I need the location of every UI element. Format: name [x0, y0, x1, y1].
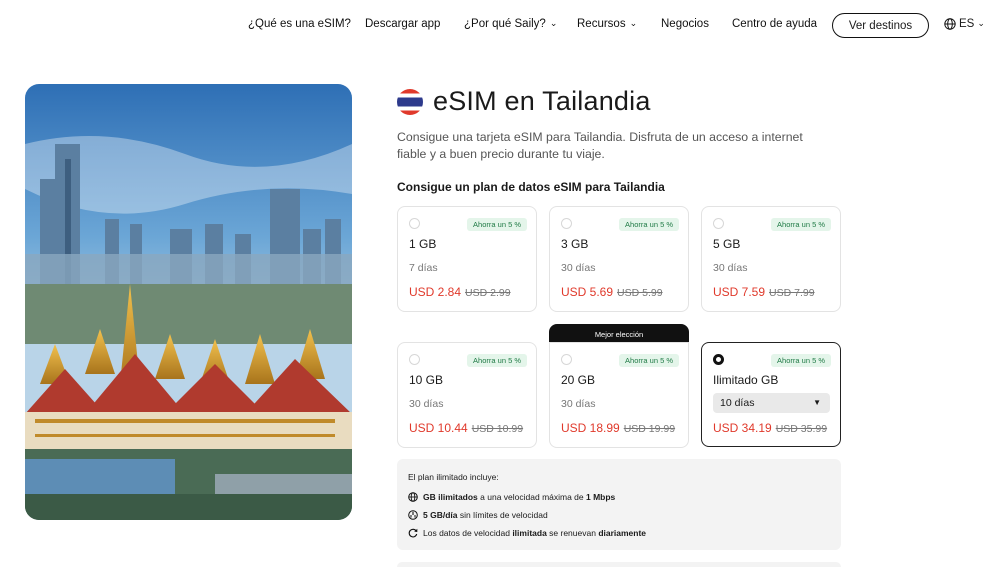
- old-price: USD 10.99: [471, 423, 524, 435]
- info-bold: GB ilimitados: [423, 492, 478, 502]
- nav-why-saily[interactable]: ¿Por qué Saily? ⌄: [464, 17, 558, 31]
- info-row: Los datos de velocidad ilimitada se renu…: [408, 528, 646, 538]
- info-bold: 5 GB/día: [423, 510, 458, 520]
- plan-card-3gb[interactable]: Ahorra un 5 % 3 GB 30 días USD 5.69 USD 5…: [549, 206, 689, 312]
- plan-price: USD 7.59 USD 7.99: [713, 285, 815, 299]
- nav-label: ¿Por qué Saily?: [464, 18, 546, 30]
- old-price: USD 35.99: [775, 423, 828, 435]
- nav-label: Centro de ayuda: [732, 18, 818, 30]
- plan-data-amount: 3 GB: [561, 237, 589, 251]
- discount-badge: Ahorra un 5 %: [619, 354, 679, 367]
- button-label: Ver destinos: [848, 19, 913, 32]
- plan-price: USD 2.84 USD 2.99: [409, 285, 511, 299]
- nav-label: Recursos: [577, 18, 626, 30]
- info-title: El plan ilimitado incluye:: [408, 472, 499, 482]
- language-label: ES: [959, 18, 975, 30]
- plan-duration: 30 días: [713, 262, 748, 274]
- plan-card-1gb[interactable]: Ahorra un 5 % 1 GB 7 días USD 2.84 USD 2.…: [397, 206, 537, 312]
- info-bold: diariamente: [598, 528, 647, 538]
- old-price: USD 2.99: [465, 287, 511, 299]
- nav-download-app[interactable]: Descargar app: [365, 18, 440, 30]
- old-price: USD 7.99: [769, 287, 815, 299]
- current-price: USD 18.99: [561, 421, 620, 435]
- current-price: USD 5.69: [561, 285, 614, 299]
- plan-price: USD 34.19 USD 35.99: [713, 421, 827, 435]
- info-text: sin límites de velocidad: [457, 510, 548, 520]
- chevron-down-icon: ⌄: [629, 17, 638, 28]
- nav-label: Negocios: [661, 18, 709, 30]
- plan-radio[interactable]: [561, 354, 572, 365]
- plan-data-amount: 5 GB: [713, 237, 741, 251]
- duration-select[interactable]: 10 días ▼: [713, 393, 830, 413]
- refresh-icon: [408, 528, 418, 538]
- plan-duration: 30 días: [409, 398, 444, 410]
- plan-radio[interactable]: [561, 218, 572, 229]
- page-title: eSIM en Tailandia: [433, 86, 651, 116]
- unlimited-plan-info: El plan ilimitado incluye: GB ilimitados…: [397, 459, 841, 550]
- plan-card-10gb[interactable]: Ahorra un 5 % 10 GB 30 días USD 10.44 USD…: [397, 342, 537, 448]
- plan-data-amount: 20 GB: [561, 373, 596, 387]
- current-price: USD 7.59: [713, 285, 766, 299]
- discount-badge: Ahorra un 5 %: [619, 218, 679, 231]
- best-choice-ribbon: Mejor elección: [549, 324, 689, 344]
- old-price: USD 5.99: [617, 287, 663, 299]
- nav-business[interactable]: Negocios: [661, 18, 709, 30]
- plan-radio[interactable]: [713, 218, 724, 229]
- info-text: Los datos de velocidad: [423, 528, 513, 538]
- old-price: USD 19.99: [623, 423, 676, 435]
- language-selector[interactable]: ES ⌄: [944, 18, 985, 30]
- plan-duration: 30 días: [561, 398, 596, 410]
- plans-heading: Consigue un plan de datos eSIM para Tail…: [397, 180, 665, 194]
- see-destinations-button[interactable]: Ver destinos: [832, 13, 929, 38]
- chevron-down-icon: ⌄: [549, 17, 558, 28]
- plan-radio-selected[interactable]: [713, 354, 724, 365]
- plan-duration: 7 días: [409, 262, 438, 274]
- info-bold: ilimitada: [512, 528, 547, 538]
- info-text: se renuevan: [546, 528, 599, 538]
- speed-icon: [408, 510, 418, 520]
- plan-card-20gb[interactable]: Ahorra un 5 % 20 GB 30 días USD 18.99 USD…: [549, 342, 689, 448]
- duration-selected-value: 10 días: [720, 397, 755, 409]
- top-nav: ¿Qué es una eSIM? Descargar app ¿Por qué…: [0, 0, 1000, 50]
- discount-badge: Ahorra un 5 %: [771, 354, 831, 367]
- plan-card-unlimited[interactable]: Ahorra un 5 % Ilimitado GB 10 días ▼ USD …: [701, 342, 841, 447]
- next-section-edge: [397, 562, 841, 567]
- plan-radio[interactable]: [409, 218, 420, 229]
- plan-card-5gb[interactable]: Ahorra un 5 % 5 GB 30 días USD 7.59 USD 7…: [701, 206, 841, 312]
- nav-help-center[interactable]: Centro de ayuda: [732, 18, 817, 30]
- discount-badge: Ahorra un 5 %: [467, 354, 527, 367]
- discount-badge: Ahorra un 5 %: [771, 218, 831, 231]
- plan-price: USD 5.69 USD 5.99: [561, 285, 663, 299]
- page-description: Consigue una tarjeta eSIM para Tailandia…: [397, 130, 803, 161]
- plan-price: USD 10.44 USD 10.99: [409, 421, 523, 435]
- plan-data-amount: 1 GB: [409, 237, 437, 251]
- nav-label: ¿Qué es una eSIM?: [248, 18, 351, 30]
- current-price: USD 34.19: [713, 421, 772, 435]
- plan-data-amount: 10 GB: [409, 373, 444, 387]
- globe-network-icon: [408, 492, 418, 502]
- current-price: USD 2.84: [409, 285, 462, 299]
- plan-data-amount: Ilimitado GB: [713, 373, 779, 387]
- info-text: a una velocidad máxima de: [477, 492, 586, 502]
- plan-price: USD 18.99 USD 19.99: [561, 421, 675, 435]
- nav-resources[interactable]: Recursos ⌄: [577, 17, 638, 31]
- info-row: 5 GB/día sin límites de velocidad: [408, 510, 548, 520]
- info-row: GB ilimitados a una velocidad máxima de …: [408, 492, 615, 502]
- globe-icon: [944, 18, 956, 30]
- info-bold: 1 Mbps: [586, 492, 616, 502]
- chevron-down-icon: ⌄: [977, 17, 985, 28]
- current-price: USD 10.44: [409, 421, 468, 435]
- caret-down-icon: ▼: [813, 398, 821, 407]
- thailand-flag-icon: [397, 89, 423, 115]
- nav-what-is-esim[interactable]: ¿Qué es una eSIM?: [248, 18, 351, 30]
- plan-duration: 30 días: [561, 262, 596, 274]
- hero-image: [25, 84, 352, 520]
- nav-label: Descargar app: [365, 18, 441, 30]
- discount-badge: Ahorra un 5 %: [467, 218, 527, 231]
- plan-radio[interactable]: [409, 354, 420, 365]
